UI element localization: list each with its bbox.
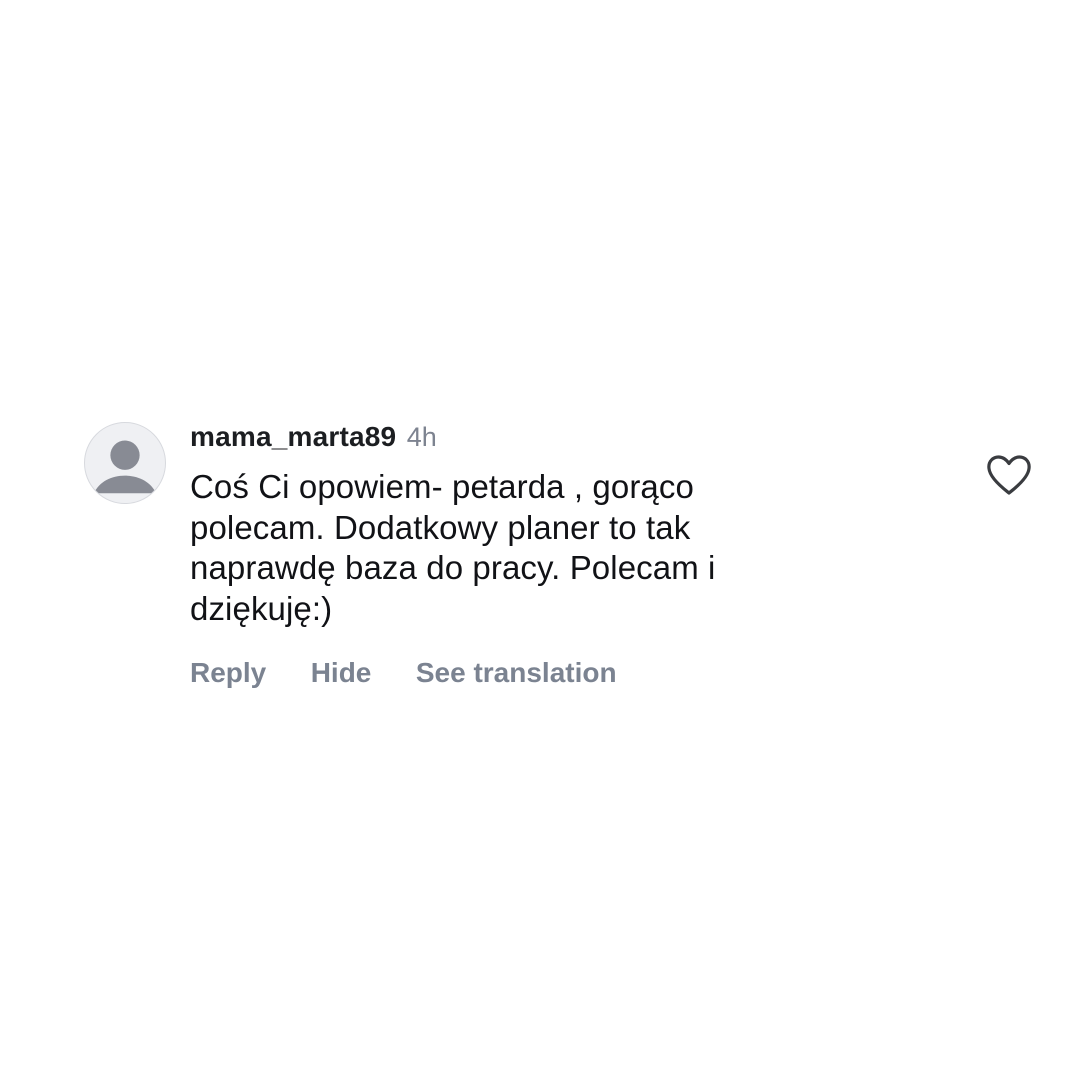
comment-body: mama_marta89 4h Coś Ci opowiem- petarda … [190,420,830,693]
reply-button[interactable]: Reply [190,653,266,693]
comment-actions: Reply Hide See translation [190,653,830,693]
default-avatar-icon [93,440,157,494]
username[interactable]: mama_marta89 [190,421,396,452]
comment-text: Coś Ci opowiem- petarda , gorąco polecam… [190,467,830,629]
like-button[interactable] [986,454,1032,496]
timestamp: 4h [406,422,437,452]
comment: mama_marta89 4h Coś Ci opowiem- petarda … [84,420,1044,700]
comment-text-line: polecam. Dodatkowy planer to tak [190,508,691,546]
see-translation-button[interactable]: See translation [416,653,617,693]
comment-header: mama_marta89 4h [190,420,830,454]
comment-text-line: naprawdę baza do pracy. Polecam i [190,549,716,586]
heart-icon [987,455,1031,495]
hide-button[interactable]: Hide [311,653,372,693]
comment-text-line: dziękuję:) [190,589,333,627]
comment-text-line: Coś Ci opowiem- petarda , gorąco [190,468,694,505]
avatar[interactable] [84,422,166,504]
